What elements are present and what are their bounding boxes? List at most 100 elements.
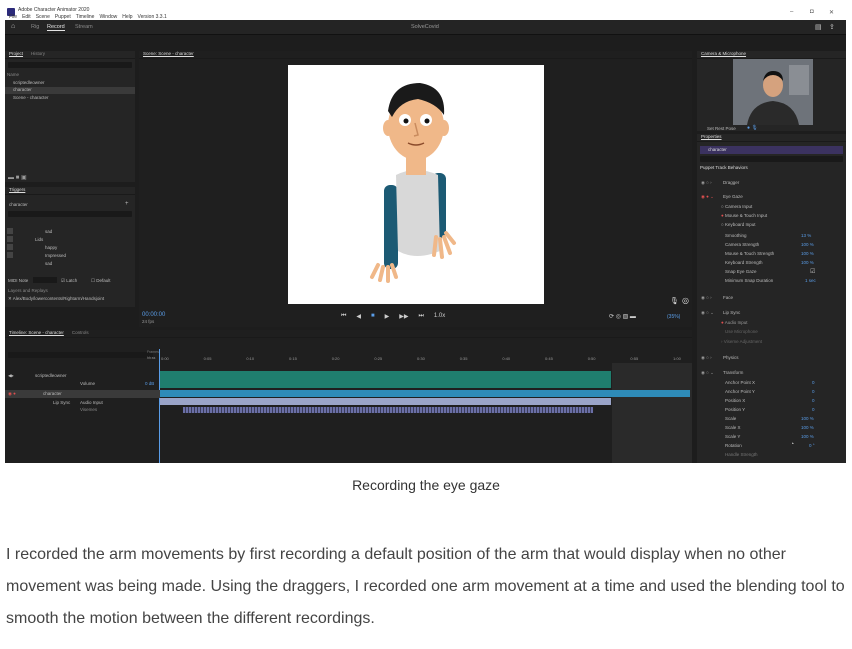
visemes-track[interactable]: [183, 407, 593, 413]
anchor-x-value[interactable]: 0: [812, 380, 815, 385]
track-value[interactable]: 0 dB: [145, 381, 154, 386]
maximize-button[interactable]: ◘: [810, 9, 814, 15]
properties-search-input[interactable]: [700, 156, 843, 162]
camera-mic-toggle-icon[interactable]: ● 🎙: [747, 125, 758, 131]
lip-sync-take[interactable]: [160, 398, 611, 405]
trigger-item[interactable]: sad: [45, 261, 52, 266]
add-trigger-button[interactable]: +: [125, 201, 129, 207]
project-footer-icons[interactable]: ▬ ■ ▣: [8, 174, 27, 181]
stop-icon[interactable]: ■: [371, 313, 375, 320]
step-back-icon[interactable]: ◀: [356, 313, 361, 320]
behavior-dragger[interactable]: Dragger: [723, 180, 739, 185]
tab-camera[interactable]: Camera & Microphone: [701, 51, 746, 58]
scale-label: Scale: [725, 416, 737, 421]
rotation-value[interactable]: 0 °: [809, 443, 815, 448]
behavior-eye-gaze[interactable]: Eye Gaze: [723, 194, 743, 199]
smoothing-value[interactable]: 13 %: [801, 233, 811, 238]
mouse-input-row[interactable]: ● Mouse & Touch Input: [721, 213, 767, 218]
tab-stream[interactable]: Stream: [75, 24, 93, 30]
behaviors-section[interactable]: Puppet Track Behaviors: [700, 165, 748, 170]
keyboard-input-row[interactable]: ○ Keyboard Input: [721, 222, 756, 227]
set-rest-pose-button[interactable]: Set Rest Pose: [707, 126, 736, 131]
share-icon[interactable]: ⇪: [829, 23, 835, 31]
tab-properties[interactable]: Properties: [701, 134, 722, 141]
default-checkbox[interactable]: ☐ Default: [91, 278, 111, 284]
home-icon[interactable]: ⌂: [11, 23, 15, 30]
tab-project[interactable]: Project: [9, 51, 23, 58]
puppet-track-bar[interactable]: [160, 390, 690, 397]
trigger-item[interactable]: Impressed: [45, 253, 66, 258]
record-arm-icon[interactable]: ◉ ●: [8, 391, 16, 397]
tab-timeline[interactable]: Timeline: Scene - character: [9, 330, 64, 337]
scene-tools-icons[interactable]: ⟳ ◎ ▧ ▬: [609, 313, 636, 320]
snap-eye-gaze-checkbox[interactable]: ☑: [810, 268, 815, 275]
behavior-toggle-icons[interactable]: ◉ ○ ›: [701, 295, 712, 301]
position-y-value[interactable]: 0: [812, 407, 815, 412]
timeline-search-input[interactable]: [8, 352, 153, 358]
behavior-toggle-icons[interactable]: ◉ ○ ⌄: [701, 310, 714, 316]
project-item-selected[interactable]: character: [5, 87, 135, 94]
trigger-group[interactable]: Lids: [35, 237, 43, 242]
scale-y-value[interactable]: 100 %: [801, 434, 814, 439]
viseme-adjust-row[interactable]: › Viseme Adjustment: [721, 339, 762, 344]
track-name[interactable]: scriptedleowner: [35, 373, 67, 378]
behavior-toggle-icons[interactable]: ◉ ● ⌄: [701, 194, 714, 200]
microphone-icon[interactable]: 🎙: [670, 297, 679, 305]
behavior-physics[interactable]: Physics: [723, 355, 739, 360]
behavior-toggle-icons[interactable]: ◉ ○ ⌄: [701, 370, 714, 376]
behavior-toggle-icons[interactable]: ◉ ○ ›: [701, 180, 712, 186]
trigger-item[interactable]: sad: [45, 229, 52, 234]
triggers-search-input[interactable]: [8, 211, 132, 217]
scene-tabs: Scene: Scene - character: [139, 51, 692, 59]
play-icon[interactable]: ▶: [385, 313, 390, 320]
scale-value[interactable]: 100 %: [801, 416, 814, 421]
camera-strength-value[interactable]: 100 %: [801, 242, 814, 247]
anchor-y-value[interactable]: 0: [812, 389, 815, 394]
project-item[interactable]: Scene - character: [13, 95, 49, 100]
behavior-face[interactable]: Face: [723, 295, 733, 300]
tab-triggers[interactable]: Triggers: [9, 187, 25, 194]
audio-input-row[interactable]: ● Audio Input: [721, 320, 748, 325]
selected-puppet[interactable]: character: [700, 146, 843, 154]
mouse-strength-value[interactable]: 100 %: [801, 251, 814, 256]
latch-checkbox[interactable]: ☑ Latch: [61, 278, 77, 284]
project-search-input[interactable]: [8, 62, 132, 68]
step-forward-icon[interactable]: ▶▶: [399, 313, 408, 320]
camera-toggle-icon[interactable]: ◎: [682, 296, 689, 305]
go-to-start-icon[interactable]: ⏮: [341, 313, 346, 320]
tab-scene[interactable]: Scene: Scene - character: [143, 51, 194, 58]
time-ruler[interactable]: 0:00 0:05 0:10 0:15 0:20 0:25 0:30 0:35 0:40 0:45…: [161, 356, 681, 361]
scene-fps: 24 fps: [142, 319, 155, 324]
tab-record[interactable]: Record: [47, 24, 65, 31]
trigger-item[interactable]: happy: [45, 245, 57, 250]
go-to-end-icon[interactable]: ⏭: [419, 313, 424, 320]
rotation-label: Rotation: [725, 443, 742, 448]
keyboard-strength-value[interactable]: 100 %: [801, 260, 814, 265]
scene-timecode[interactable]: 00:00:00: [142, 312, 165, 318]
position-x-value[interactable]: 0: [812, 398, 815, 403]
tab-history[interactable]: History: [31, 51, 45, 58]
audio-waveform[interactable]: [160, 371, 611, 388]
behavior-lip-sync[interactable]: Lip Sync: [723, 310, 740, 315]
close-button[interactable]: ✕: [829, 9, 834, 16]
project-tabs: Project History: [5, 51, 135, 59]
track-name[interactable]: character: [43, 391, 62, 396]
tab-controls[interactable]: Controls: [72, 330, 89, 337]
midi-note-input[interactable]: [33, 277, 57, 283]
camera-input-row[interactable]: ○ Camera Input: [721, 204, 752, 209]
speed-value[interactable]: 1.0x: [434, 313, 445, 320]
track-expand-icon[interactable]: ◀▸: [8, 373, 14, 379]
playhead[interactable]: [159, 349, 160, 463]
zoom-value[interactable]: (35%): [667, 314, 680, 320]
minimize-button[interactable]: –: [790, 9, 793, 15]
behavior-transform[interactable]: Transform: [723, 370, 743, 375]
tab-rig[interactable]: Rig: [31, 24, 39, 30]
scale-x-value[interactable]: 100 %: [801, 425, 814, 430]
behavior-toggle-icons[interactable]: ◉ ○ ›: [701, 355, 712, 361]
rotation-dial-icon[interactable]: ◔: [790, 441, 794, 448]
min-snap-value[interactable]: 1 sec: [805, 278, 816, 283]
project-item[interactable]: scriptedleowner: [13, 80, 45, 85]
app-screenshot: Adobe Character Animator 2020 File Edit …: [5, 5, 846, 463]
track-row-selected[interactable]: [5, 390, 160, 398]
chat-icon[interactable]: ▤: [815, 23, 822, 31]
